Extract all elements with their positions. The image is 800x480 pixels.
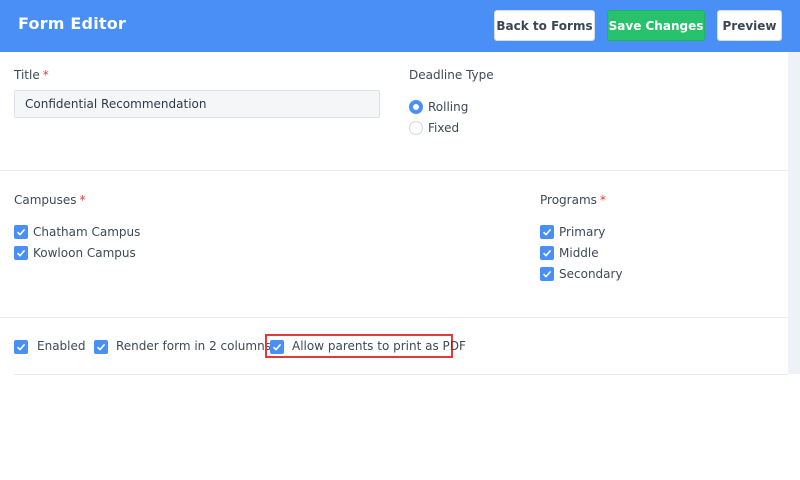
save-changes-button[interactable]: Save Changes: [607, 10, 705, 41]
print-pdf-label: Allow parents to print as PDF: [292, 339, 466, 353]
back-to-forms-button[interactable]: Back to Forms: [494, 10, 595, 41]
program-secondary-checkbox[interactable]: [540, 267, 554, 281]
program-secondary-label: Secondary: [559, 267, 623, 281]
two-columns-checkbox[interactable]: [94, 340, 108, 354]
print-pdf-checkbox[interactable]: [270, 340, 284, 354]
program-middle-label: Middle: [559, 246, 599, 260]
title-label: Title *: [14, 68, 49, 82]
check-icon: [542, 270, 552, 278]
check-icon: [272, 343, 282, 351]
program-primary-checkbox[interactable]: [540, 225, 554, 239]
program-primary-label: Primary: [559, 225, 606, 239]
section-divider: [0, 170, 788, 171]
deadline-fixed-label: Fixed: [428, 121, 460, 135]
programs-label: Programs *: [540, 193, 606, 207]
campuses-label: Campuses *: [14, 193, 86, 207]
enabled-label: Enabled: [37, 339, 86, 353]
campus-kowloon-checkbox[interactable]: [14, 246, 28, 260]
deadline-rolling-label: Rolling: [428, 100, 469, 114]
required-mark: *: [79, 193, 86, 207]
two-columns-label: Render form in 2 columns: [116, 339, 271, 353]
title-input[interactable]: Confidential Recommendation: [14, 90, 380, 118]
campus-kowloon-label: Kowloon Campus: [33, 246, 136, 260]
check-icon: [96, 343, 106, 351]
deadline-fixed-radio[interactable]: [409, 121, 423, 135]
campus-chatham-checkbox[interactable]: [14, 225, 28, 239]
campus-chatham-label: Chatham Campus: [33, 225, 141, 239]
program-middle-checkbox[interactable]: [540, 246, 554, 260]
check-icon: [16, 249, 26, 257]
app-header: Form Editor Back to Forms Save Changes P…: [0, 0, 800, 52]
section-divider: [14, 374, 788, 375]
check-icon: [16, 228, 26, 236]
check-icon: [542, 228, 552, 236]
section-divider: [0, 317, 788, 318]
enabled-checkbox[interactable]: [14, 340, 28, 354]
required-mark: *: [42, 68, 49, 82]
deadline-rolling-radio[interactable]: [409, 100, 423, 114]
scrollbar-track[interactable]: [788, 52, 800, 374]
check-icon: [542, 249, 552, 257]
page-title: Form Editor: [18, 14, 127, 33]
preview-button[interactable]: Preview: [717, 10, 782, 41]
required-mark: *: [599, 193, 606, 207]
deadline-type-label: Deadline Type: [409, 68, 494, 82]
check-icon: [16, 343, 26, 351]
